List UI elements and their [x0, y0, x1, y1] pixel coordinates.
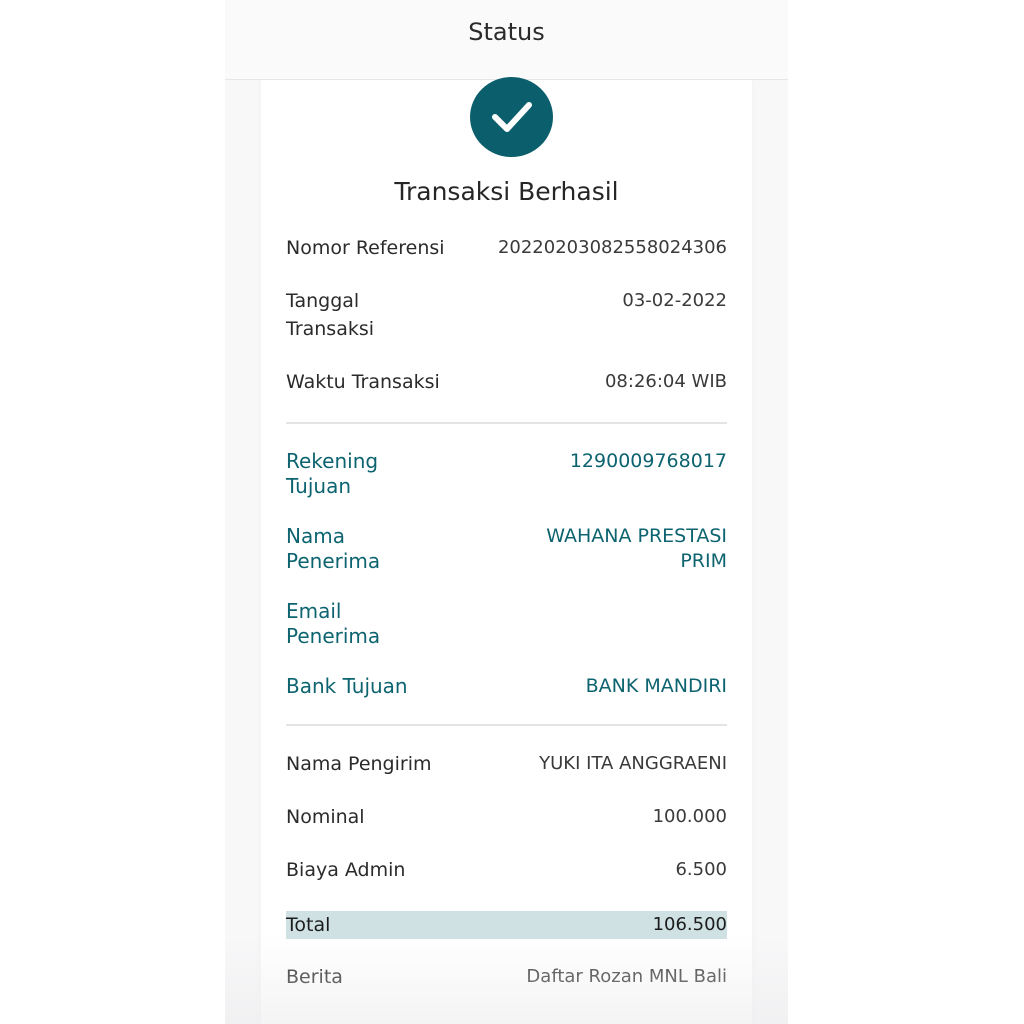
row-value: 6.500	[675, 859, 727, 880]
app-bar: Status	[225, 0, 788, 80]
row-transaction-date: Tanggal Transaksi 03-02-2022	[286, 287, 727, 343]
row-label: Nominal	[286, 806, 365, 828]
row-label: Bank Tujuan	[286, 674, 408, 698]
row-value: 1290009768017	[569, 450, 727, 472]
row-label: Berita	[286, 966, 343, 988]
row-destination-account: Rekening Tujuan 1290009768017	[286, 449, 727, 499]
row-value: 20220203082558024306	[497, 237, 727, 258]
row-sender-name: Nama Pengirim YUKI ITA ANGGRAENI	[286, 750, 727, 778]
row-admin-fee: Biaya Admin 6.500	[286, 856, 727, 884]
check-icon	[491, 102, 532, 132]
row-value: 08:26:04 WIB	[604, 371, 727, 392]
row-value: 100.000	[652, 806, 727, 827]
receipt-card: Transaksi Berhasil Nomor Referensi 20220…	[261, 77, 752, 1024]
row-label: Biaya Admin	[286, 859, 406, 881]
row-nominal: Nominal 100.000	[286, 803, 727, 831]
row-label: Waktu Transaksi	[286, 371, 440, 393]
status-screen: Status Transaksi Berhasil Nomor Referens…	[225, 0, 788, 1024]
row-recipient-name: Nama Penerima WAHANA PRESTASI PRIM	[286, 524, 727, 574]
section-divider	[286, 422, 727, 424]
row-value: 106.500	[652, 914, 727, 935]
row-destination-bank: Bank Tujuan BANK MANDIRI	[286, 674, 727, 699]
row-recipient-email: Email Penerima	[286, 599, 727, 649]
row-label: Nomor Referensi	[286, 237, 445, 259]
row-label: Rekening Tujuan	[286, 449, 379, 498]
success-badge	[470, 77, 553, 157]
row-value: YUKI ITA ANGGRAENI	[539, 753, 727, 774]
row-message: Berita Daftar Rozan MNL Bali	[286, 963, 727, 991]
row-total: Total 106.500	[286, 911, 727, 939]
row-value: Daftar Rozan MNL Bali	[526, 966, 727, 987]
row-value: WAHANA PRESTASI PRIM	[546, 525, 727, 572]
result-title: Transaksi Berhasil	[394, 177, 619, 206]
row-label: Nama Penerima	[286, 524, 381, 573]
row-label: Nama Pengirim	[286, 753, 432, 775]
row-label: Total	[286, 914, 331, 936]
row-value: BANK MANDIRI	[585, 675, 727, 697]
section-divider	[286, 724, 727, 726]
row-value: 03-02-2022	[622, 290, 727, 311]
row-transaction-time: Waktu Transaksi 08:26:04 WIB	[286, 368, 727, 396]
row-label: Email Penerima	[286, 599, 381, 648]
row-reference-number: Nomor Referensi 20220203082558024306	[286, 234, 727, 262]
row-label: Tanggal Transaksi	[286, 290, 375, 340]
page-title: Status	[468, 17, 545, 46]
